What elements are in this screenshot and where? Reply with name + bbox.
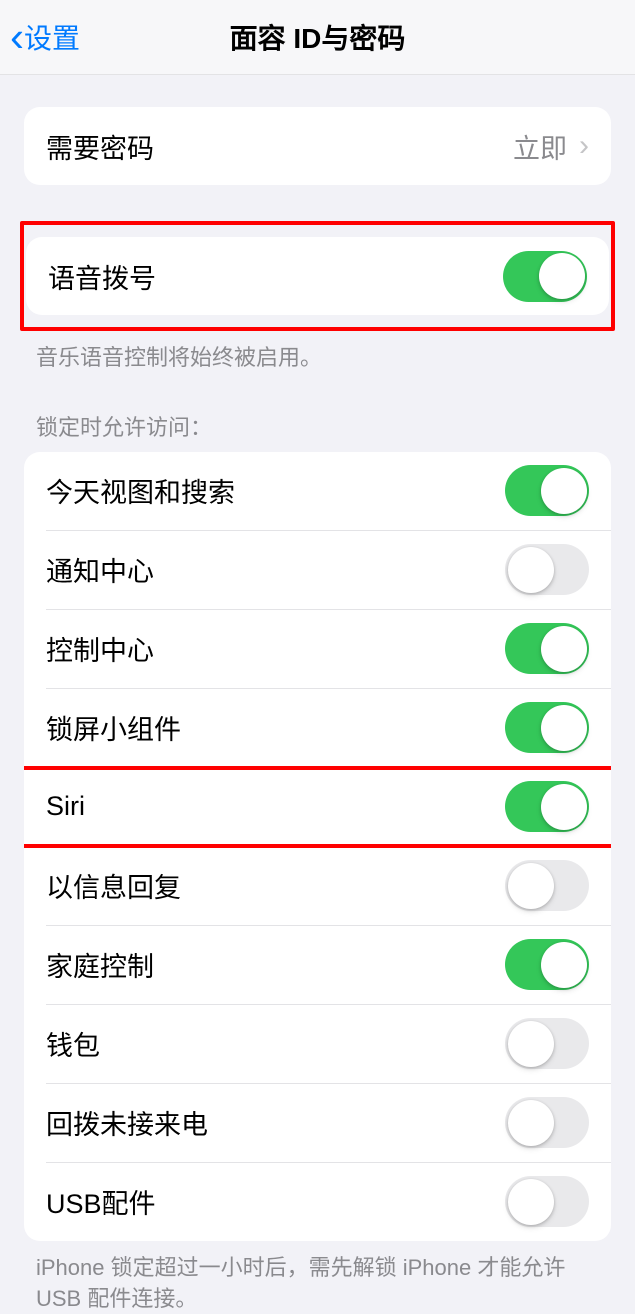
lock-access-toggle[interactable] [505,702,589,753]
lock-access-toggle[interactable] [505,544,589,595]
lock-access-toggle[interactable] [505,1097,589,1148]
lock-access-toggle[interactable] [505,781,589,832]
chevron-right-icon: › [579,129,589,163]
lock-access-label: Siri [46,791,85,822]
lock-access-toggle[interactable] [505,1018,589,1069]
require-passcode-row[interactable]: 需要密码 立即 › [24,107,611,185]
lock-access-row: 回拨未接来电 [24,1084,611,1162]
lock-access-row: Siri [24,768,611,846]
voice-dial-toggle[interactable] [503,251,587,302]
lock-access-toggle[interactable] [505,1176,589,1227]
voice-dial-label: 语音拨号 [48,257,156,296]
back-button[interactable]: ‹ 设置 [0,16,80,58]
require-passcode-value: 立即 [513,127,567,166]
lock-access-label: 锁屏小组件 [46,708,181,747]
page-title: 面容 ID与密码 [0,17,635,57]
lock-access-row: 锁屏小组件 [24,689,611,767]
lock-access-row: 控制中心 [24,610,611,688]
back-label: 设置 [24,17,80,57]
lock-access-label: USB配件 [46,1182,156,1221]
lock-access-label: 通知中心 [46,550,154,589]
lock-access-label: 以信息回复 [46,866,181,905]
voice-dial-group: 语音拨号 [26,237,609,315]
voice-dial-footer: 音乐语音控制将始终被启用。 [0,331,635,374]
lock-access-row: USB配件 [24,1163,611,1241]
lock-access-toggle[interactable] [505,860,589,911]
require-passcode-label: 需要密码 [46,127,154,166]
lock-access-row: 钱包 [24,1005,611,1083]
lock-access-toggle[interactable] [505,465,589,516]
lock-access-toggle[interactable] [505,623,589,674]
lock-access-label: 今天视图和搜索 [46,471,235,510]
lock-access-footer: iPhone 锁定超过一小时后，需先解锁 iPhone 才能允许USB 配件连接… [0,1241,635,1314]
require-passcode-group: 需要密码 立即 › [24,107,611,185]
lock-access-label: 回拨未接来电 [46,1103,208,1142]
lock-access-label: 钱包 [46,1024,100,1063]
chevron-left-icon: ‹ [10,16,24,58]
lock-access-label: 家庭控制 [46,945,154,984]
highlight-voice-dial: 语音拨号 [20,221,615,331]
lock-access-row: 家庭控制 [24,926,611,1004]
lock-access-label: 控制中心 [46,629,154,668]
lock-access-row: 通知中心 [24,531,611,609]
lock-access-row: 以信息回复 [24,847,611,925]
lock-access-header: 锁定时允许访问： [0,410,635,452]
lock-access-row: 今天视图和搜索 [24,452,611,530]
lock-access-toggle[interactable] [505,939,589,990]
nav-bar: ‹ 设置 面容 ID与密码 [0,0,635,75]
lock-access-group: 今天视图和搜索通知中心控制中心锁屏小组件 Siri 以信息回复家庭控制钱包回拨未接来… [24,452,611,1241]
voice-dial-row: 语音拨号 [26,237,609,315]
